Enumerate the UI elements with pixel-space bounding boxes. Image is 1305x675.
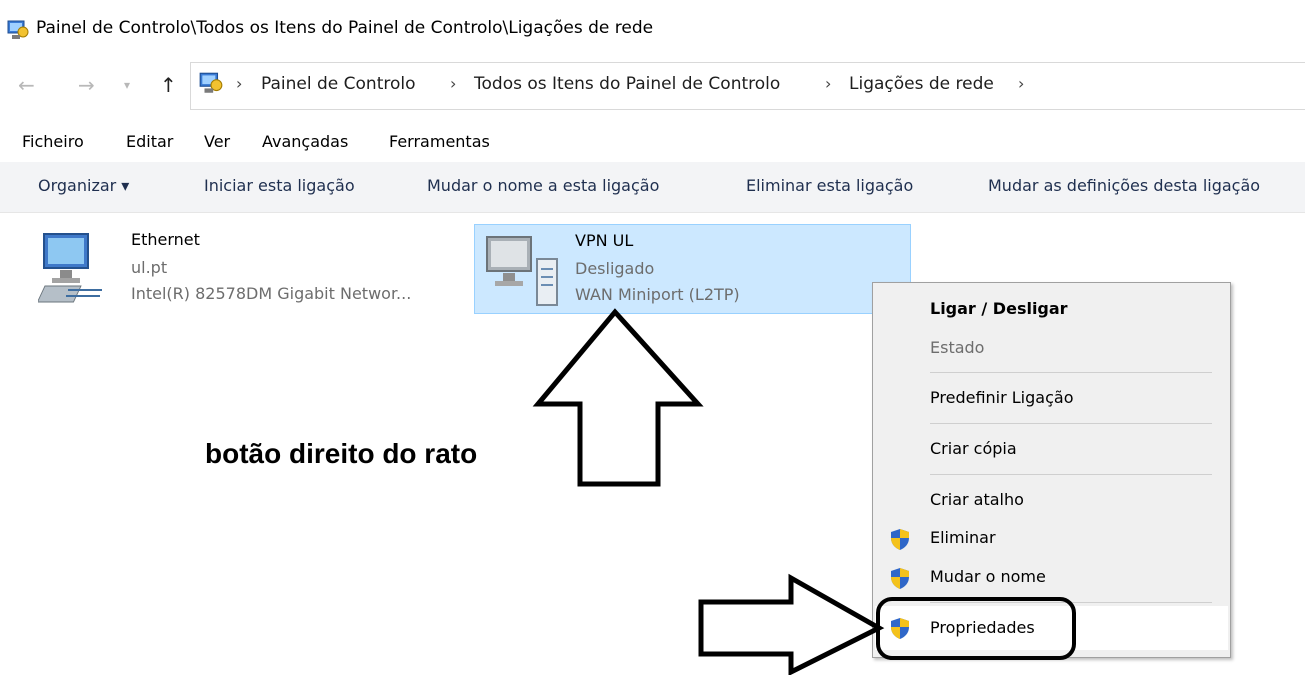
arrow-left-icon[interactable]: ← xyxy=(18,73,35,97)
annotation-circle xyxy=(876,597,1076,660)
menu-item-create-shortcut[interactable]: Criar atalho xyxy=(930,490,1024,509)
menu-separator xyxy=(930,372,1212,373)
change-settings-button[interactable]: Mudar as definições desta ligação xyxy=(988,176,1260,195)
annotation-right-arrow xyxy=(698,573,885,675)
organize-button[interactable]: Organizar ▾ xyxy=(38,176,129,195)
menu-file[interactable]: Ficheiro xyxy=(22,132,84,151)
control-panel-icon xyxy=(199,72,223,93)
menu-item-delete[interactable]: Eliminar xyxy=(930,528,996,547)
menu-separator xyxy=(930,474,1212,475)
uac-shield-icon xyxy=(891,568,909,589)
delete-connection-button[interactable]: Eliminar esta ligação xyxy=(746,176,913,195)
chevron-right-icon[interactable]: › xyxy=(825,74,831,93)
breadcrumb-control-panel[interactable]: Painel de Controlo xyxy=(261,74,416,94)
vpn-connection-item[interactable]: VPN UL Desligado WAN Miniport (L2TP) xyxy=(474,224,911,314)
ethernet-connection-item[interactable]: Ethernet ul.pt Intel(R) 82578DM Gigabit … xyxy=(32,224,452,314)
menu-separator xyxy=(930,423,1212,424)
annotation-label: botão direito do rato xyxy=(205,438,478,469)
connection-device: Intel(R) 82578DM Gigabit Networ... xyxy=(131,284,412,303)
chevron-right-icon[interactable]: › xyxy=(450,74,456,93)
menu-item-set-default[interactable]: Predefinir Ligação xyxy=(930,388,1073,407)
menu-item-rename[interactable]: Mudar o nome xyxy=(930,567,1046,586)
connection-name: Ethernet xyxy=(131,230,200,249)
connection-status: Desligado xyxy=(575,259,655,278)
chevron-down-icon[interactable]: ▾ xyxy=(124,78,130,92)
annotation-up-arrow xyxy=(532,308,704,487)
arrow-up-icon[interactable]: ↑ xyxy=(160,73,177,97)
menu-view[interactable]: Ver xyxy=(204,132,230,151)
arrow-right-icon[interactable]: → xyxy=(78,73,95,97)
chevron-right-icon[interactable]: › xyxy=(1018,74,1024,93)
vpn-connection-icon xyxy=(486,236,558,306)
ethernet-adapter-icon xyxy=(38,233,102,303)
connection-device: WAN Miniport (L2TP) xyxy=(575,285,740,304)
control-panel-icon xyxy=(7,20,29,39)
connection-name: VPN UL xyxy=(575,231,634,250)
uac-shield-icon xyxy=(891,529,909,550)
menu-item-create-copy[interactable]: Criar cópia xyxy=(930,439,1017,458)
rename-connection-button[interactable]: Mudar o nome a esta ligação xyxy=(427,176,659,195)
menu-item-status: Estado xyxy=(930,338,985,357)
menu-tools[interactable]: Ferramentas xyxy=(389,132,490,151)
window-title: Painel de Controlo\Todos os Itens do Pai… xyxy=(36,18,654,38)
connection-status: ul.pt xyxy=(131,258,168,277)
breadcrumb-network-connections[interactable]: Ligações de rede xyxy=(849,74,994,94)
menu-bar xyxy=(0,128,1305,158)
menu-item-connect-disconnect[interactable]: Ligar / Desligar xyxy=(930,299,1068,318)
start-connection-button[interactable]: Iniciar esta ligação xyxy=(204,176,355,195)
breadcrumb-all-items[interactable]: Todos os Itens do Painel de Controlo xyxy=(474,74,780,94)
menu-advanced[interactable]: Avançadas xyxy=(262,132,348,151)
chevron-right-icon[interactable]: › xyxy=(236,74,242,93)
menu-edit[interactable]: Editar xyxy=(126,132,173,151)
